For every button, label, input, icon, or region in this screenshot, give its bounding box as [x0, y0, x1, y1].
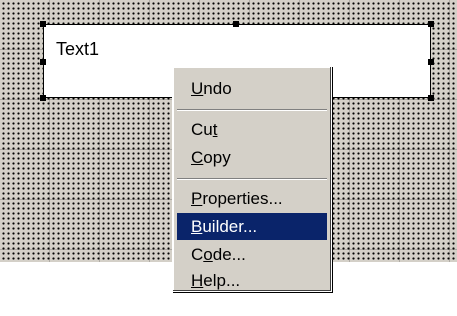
cut-mnemonic: t — [212, 119, 218, 139]
copy-label-rest: opy — [203, 147, 231, 167]
menu-item-undo[interactable]: Undo — [177, 75, 327, 102]
undo-label-rest: ndo — [203, 78, 232, 98]
resize-handle-bottom-left[interactable] — [40, 95, 46, 101]
menu-item-cut[interactable]: Cu t — [177, 116, 327, 143]
help-label-rest: elp... — [203, 270, 241, 290]
help-mnemonic: H — [191, 270, 204, 290]
menu-item-copy[interactable]: Copy — [177, 144, 327, 171]
menu-item-code[interactable]: Co de... — [177, 241, 327, 268]
resize-handle-middle-left[interactable] — [40, 59, 46, 65]
menu-item-builder[interactable]: Builder... — [177, 213, 327, 240]
builder-mnemonic: B — [191, 216, 203, 236]
copy-mnemonic: C — [191, 147, 204, 167]
resize-handle-top-right[interactable] — [428, 21, 434, 27]
resize-handle-top-center[interactable] — [233, 21, 239, 27]
code-mnemonic: o — [203, 244, 213, 264]
resize-handle-middle-right[interactable] — [428, 59, 434, 65]
undo-mnemonic: U — [191, 78, 204, 98]
menu-item-properties[interactable]: Properties... — [177, 185, 327, 212]
menu-item-help[interactable]: Help... — [177, 267, 327, 294]
text-box-label: Text1 — [56, 39, 100, 59]
cut-label-prefix: Cu — [191, 119, 213, 139]
resize-handle-bottom-right[interactable] — [428, 95, 434, 101]
menu-separator — [177, 109, 327, 111]
properties-mnemonic: P — [191, 188, 203, 208]
properties-label-rest: roperties... — [202, 188, 283, 208]
code-label-rest: de... — [212, 244, 246, 264]
code-label-prefix: C — [191, 244, 204, 264]
menu-separator — [177, 178, 327, 180]
context-menu: Undo Cu t Copy Properties... Builder... C… — [172, 66, 332, 292]
builder-label-rest: uilder... — [202, 216, 258, 236]
resize-handle-top-left[interactable] — [40, 21, 46, 27]
